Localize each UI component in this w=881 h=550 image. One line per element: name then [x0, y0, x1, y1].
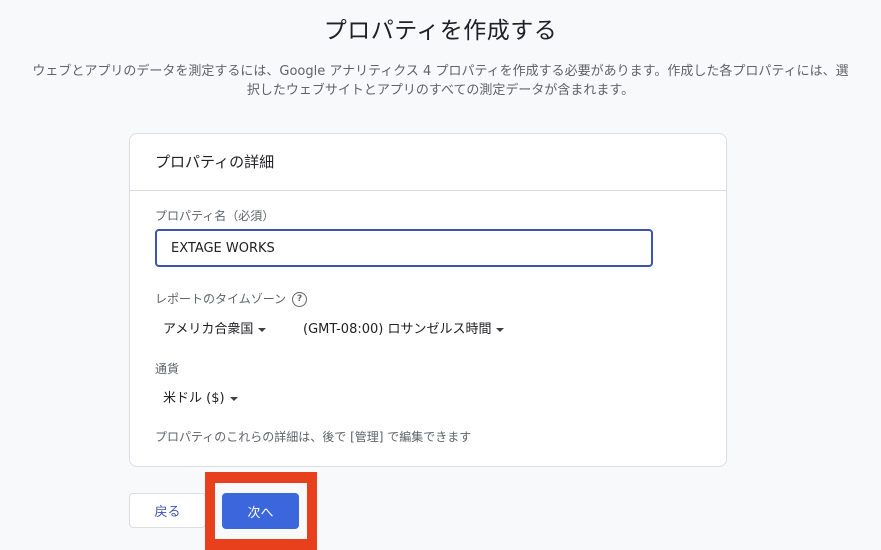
- back-button[interactable]: 戻る: [129, 493, 206, 528]
- page-title: プロパティを作成する: [323, 18, 558, 44]
- next-button[interactable]: 次へ: [222, 493, 299, 529]
- chevron-down-icon: [496, 327, 505, 332]
- timezone-country-value: アメリカ合衆国: [163, 322, 254, 337]
- help-circle-icon[interactable]: ?: [292, 292, 308, 307]
- currency-label: 通貨: [155, 362, 180, 376]
- card-title: プロパティの詳細: [130, 134, 726, 191]
- timezone-label-text: レポートのタイムゾーン: [155, 292, 287, 306]
- chevron-down-icon: [229, 396, 238, 401]
- currency-select[interactable]: 米ドル ($): [163, 387, 238, 406]
- edit-later-note: プロパティのこれらの詳細は、後で [管理] で編集できます: [155, 430, 472, 444]
- property-details-card: プロパティの詳細 プロパティ名（必須） レポートのタイムゾーン? アメリカ合衆国…: [129, 133, 727, 467]
- timezone-label: レポートのタイムゾーン?: [155, 290, 308, 307]
- property-name-label: プロパティ名（必須）: [155, 209, 275, 223]
- currency-value: 米ドル ($): [163, 391, 225, 406]
- property-name-input[interactable]: [155, 229, 653, 267]
- intro-text: ウェブとアプリのデータを測定するには、Google アナリティクス 4 プロパテ…: [32, 64, 849, 98]
- timezone-zone-select[interactable]: (GMT-08:00) ロサンゼルス時間: [303, 318, 505, 337]
- timezone-country-select[interactable]: アメリカ合衆国: [163, 318, 267, 337]
- chevron-down-icon: [258, 327, 267, 332]
- timezone-zone-value: (GMT-08:00) ロサンゼルス時間: [303, 322, 492, 337]
